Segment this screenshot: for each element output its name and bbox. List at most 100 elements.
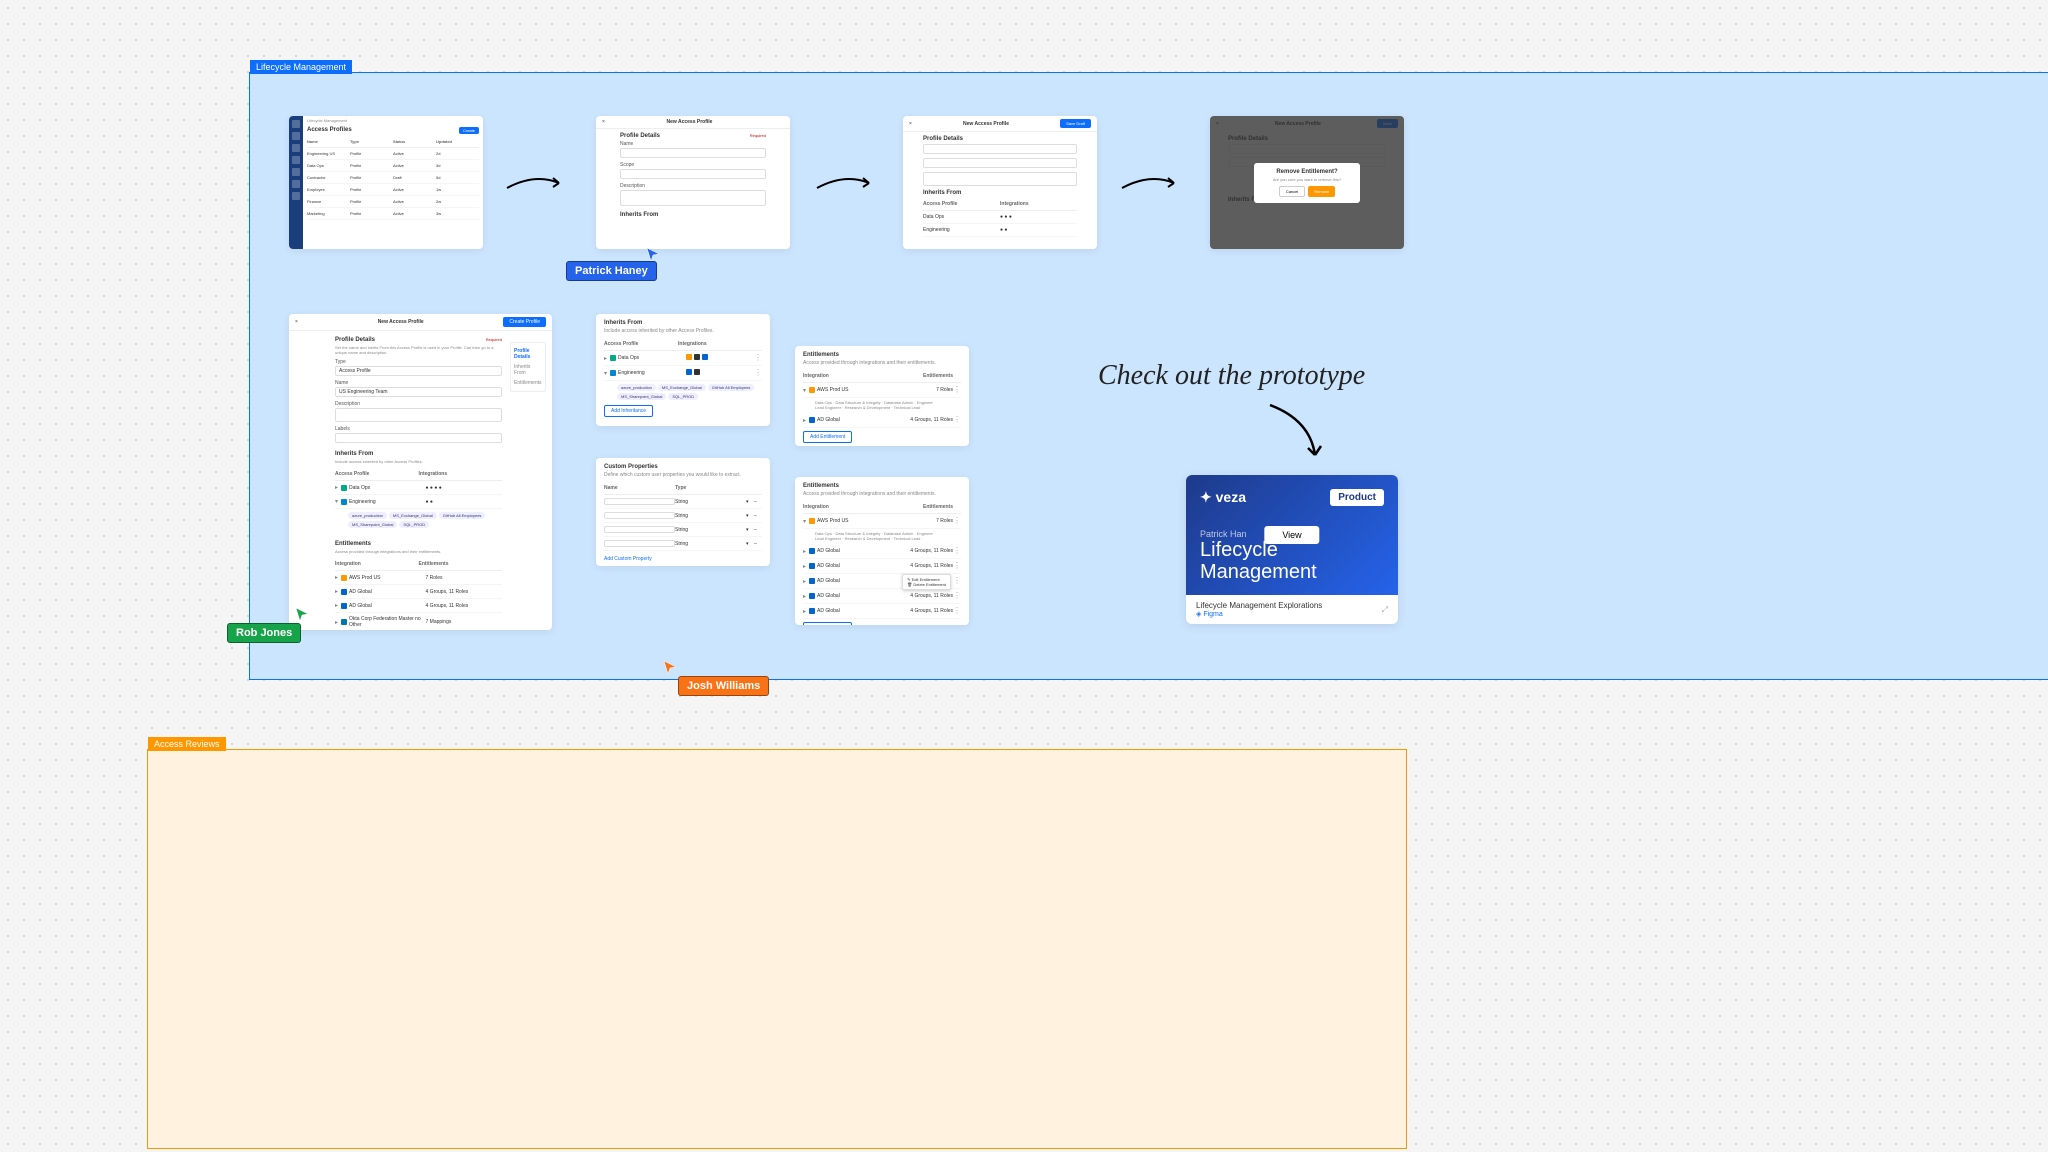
table-row[interactable]: Data Ops● ● ● (923, 211, 1077, 224)
section-heading: Custom Properties (604, 464, 762, 470)
field-label: Scope (620, 162, 766, 168)
labels-input[interactable] (335, 433, 502, 443)
add-custom-property-button[interactable]: Add Custom Property (604, 554, 658, 564)
tag-group: azure_productionMS_Exchange_GlobalGitHub… (604, 381, 762, 405)
table-row[interactable]: ▸AD Global4 Groups, 11 Roles (335, 585, 502, 599)
chips-group: Data Ops · Data Structure & Integrity · … (803, 529, 961, 544)
table-row[interactable]: ▸AD Global4 Groups, 11 Roles⋮ (803, 559, 961, 574)
table-row[interactable]: MarketingProfileActive3w (307, 208, 479, 220)
table-row[interactable]: Engineering USProfileActive2d (307, 148, 479, 160)
section-subtitle: Access provided through integrations and… (803, 491, 961, 497)
text-input[interactable] (923, 144, 1077, 154)
modal-title: New Access Profile (963, 121, 1009, 127)
table-row[interactable]: ▸Data Ops⋮ (604, 351, 762, 366)
add-inheritance-button[interactable]: Add Inheritance (604, 405, 653, 417)
nav-icon[interactable] (292, 132, 300, 140)
modal-overlay: Remove Entitlement? Are you sure you wan… (1210, 116, 1404, 249)
mock-inherits-from-card[interactable]: Inherits From Include access inherited b… (596, 314, 770, 426)
close-icon[interactable]: × (909, 121, 912, 127)
table-row[interactable]: ▸Okta Corp Federation Master no Other7 M… (335, 613, 502, 630)
field-label: Name (620, 141, 766, 147)
tag-group: azure_productionMS_Exchange_GlobalGitHub… (335, 509, 502, 533)
table-row[interactable]: ▾Engineering● ● (335, 495, 502, 509)
create-button[interactable]: Create (459, 127, 479, 134)
description-input[interactable] (335, 408, 502, 422)
table-row[interactable]: EmployeeProfileActive1w (307, 184, 479, 196)
nav-icon[interactable] (292, 192, 300, 200)
table-row[interactable]: ▾AWS Prod US7 Roles⋮ (803, 383, 961, 398)
confirm-remove-button[interactable]: Remove (1308, 186, 1335, 197)
section-subtitle: Include access inherited by other Access… (604, 328, 762, 334)
mock-entitlements-card[interactable]: Entitlements Access provided through int… (795, 346, 969, 446)
mock-new-profile-inherits[interactable]: × New Access Profile Save Draft Profile … (903, 116, 1097, 249)
table-row[interactable]: FinanceProfileActive2w (307, 196, 479, 208)
nav-icon[interactable] (292, 168, 300, 176)
type-select[interactable]: Access Profile (335, 366, 502, 376)
section-reviews: Access Reviews (147, 749, 1407, 1149)
close-icon[interactable]: × (602, 119, 605, 125)
save-draft-button[interactable]: Save Draft (1060, 119, 1091, 128)
modal-title: New Access Profile (378, 319, 424, 325)
table-row[interactable]: ▾Engineering⋮ (604, 366, 762, 381)
row-menu-icon[interactable]: ⋮ (953, 416, 961, 424)
prototype-footer-title: Lifecycle Management Explorations (1196, 601, 1322, 610)
cursor-label-patrick: Patrick Haney (566, 261, 657, 281)
tab-inherits-from[interactable]: Inherits From (514, 362, 542, 378)
text-input[interactable] (923, 158, 1077, 168)
view-prototype-button[interactable]: View (1264, 526, 1319, 544)
text-input[interactable] (923, 172, 1077, 186)
table-row[interactable]: ▸AD Global4 Groups, 11 Roles⋮ (803, 413, 961, 428)
table-row[interactable]: ▸AD Global4 Groups, 11 Roles⋮ (803, 589, 961, 604)
table-row[interactable]: ▸AD Global4 Groups, 11 Roles⋮ (803, 544, 961, 559)
mock-entitlements-context-menu[interactable]: Entitlements Access provided through int… (795, 477, 969, 625)
brand-logo: ✦ veza (1200, 489, 1246, 506)
section-heading: Profile Details (923, 136, 1077, 142)
tab-profile-details[interactable]: Profile Details (514, 346, 542, 362)
prototype-hero: ✦ veza Product Patrick Han Lifecycle Man… (1186, 475, 1398, 595)
handwritten-arrow-icon (1260, 400, 1340, 470)
col-header: Type (350, 139, 393, 144)
table-row[interactable]: String▾– (604, 495, 762, 509)
row-menu-icon[interactable]: ⋮ (754, 369, 762, 377)
expand-icon[interactable]: ⤢ (1382, 605, 1388, 615)
tab-entitlements[interactable]: Entitlements (514, 378, 542, 388)
table-row[interactable]: ▸AD Global4 Groups, 11 Roles⋮ (803, 604, 961, 619)
table-row[interactable]: String▾– (604, 537, 762, 551)
prototype-title-line2: Management (1200, 561, 1317, 583)
create-profile-button[interactable]: Create Profile (503, 317, 546, 327)
table-row[interactable]: ▸AD Global4 Groups, 11 Roles (335, 599, 502, 613)
table-row[interactable]: Engineering● ● (923, 224, 1077, 237)
table-row[interactable]: ▾AWS Prod US7 Roles⋮ (803, 514, 961, 529)
nav-icon[interactable] (292, 144, 300, 152)
row-menu-icon[interactable]: ⋮ (754, 354, 762, 362)
add-entitlement-button[interactable]: Add Entitlement (803, 431, 852, 443)
cancel-button[interactable]: Cancel (1279, 186, 1305, 197)
description-input[interactable] (620, 190, 766, 206)
prototype-footer: Lifecycle Management Explorations ◈ Figm… (1186, 595, 1398, 624)
table-row[interactable]: String▾– (604, 509, 762, 523)
table-row[interactable]: ▸AWS Prod US7 Roles (335, 571, 502, 585)
name-input[interactable]: US Engineering Team (335, 387, 502, 397)
table-row[interactable]: String▾– (604, 523, 762, 537)
mock-remove-entitlement-modal[interactable]: × New Access Profile Save Profile Detail… (1210, 116, 1404, 249)
mock-custom-properties-card[interactable]: Custom Properties Define which custom us… (596, 458, 770, 566)
name-input[interactable] (620, 148, 766, 158)
mock-new-profile-blank[interactable]: × New Access Profile Profile Details Req… (596, 116, 790, 249)
menu-delete-entitlement[interactable]: 🗑 Delete Entitlement (907, 582, 946, 587)
table-row[interactable]: ContractorProfileDraft5d (307, 172, 479, 184)
nav-icon[interactable] (292, 120, 300, 128)
nav-icon[interactable] (292, 180, 300, 188)
table-row[interactable]: Data OpsProfileActive3d (307, 160, 479, 172)
table-row[interactable]: ▸Data Ops● ● ● ● (335, 481, 502, 495)
add-entitlement-button[interactable]: Add Entitlement (803, 622, 852, 625)
prototype-card[interactable]: ✦ veza Product Patrick Han Lifecycle Man… (1186, 475, 1398, 624)
close-icon[interactable]: × (295, 319, 298, 325)
scope-input[interactable] (620, 169, 766, 179)
nav-icon[interactable] (292, 156, 300, 164)
mock-new-profile-full[interactable]: × New Access Profile Create Profile Prof… (289, 314, 552, 630)
section-heading: Entitlements (803, 483, 961, 489)
mock-access-profiles-list[interactable]: Lifecycle Management Access Profiles Cre… (289, 116, 483, 249)
row-menu-icon[interactable]: ⋮ (953, 386, 961, 394)
col-header: Integrations (1000, 201, 1077, 207)
section-heading: Inherits From (335, 451, 502, 457)
